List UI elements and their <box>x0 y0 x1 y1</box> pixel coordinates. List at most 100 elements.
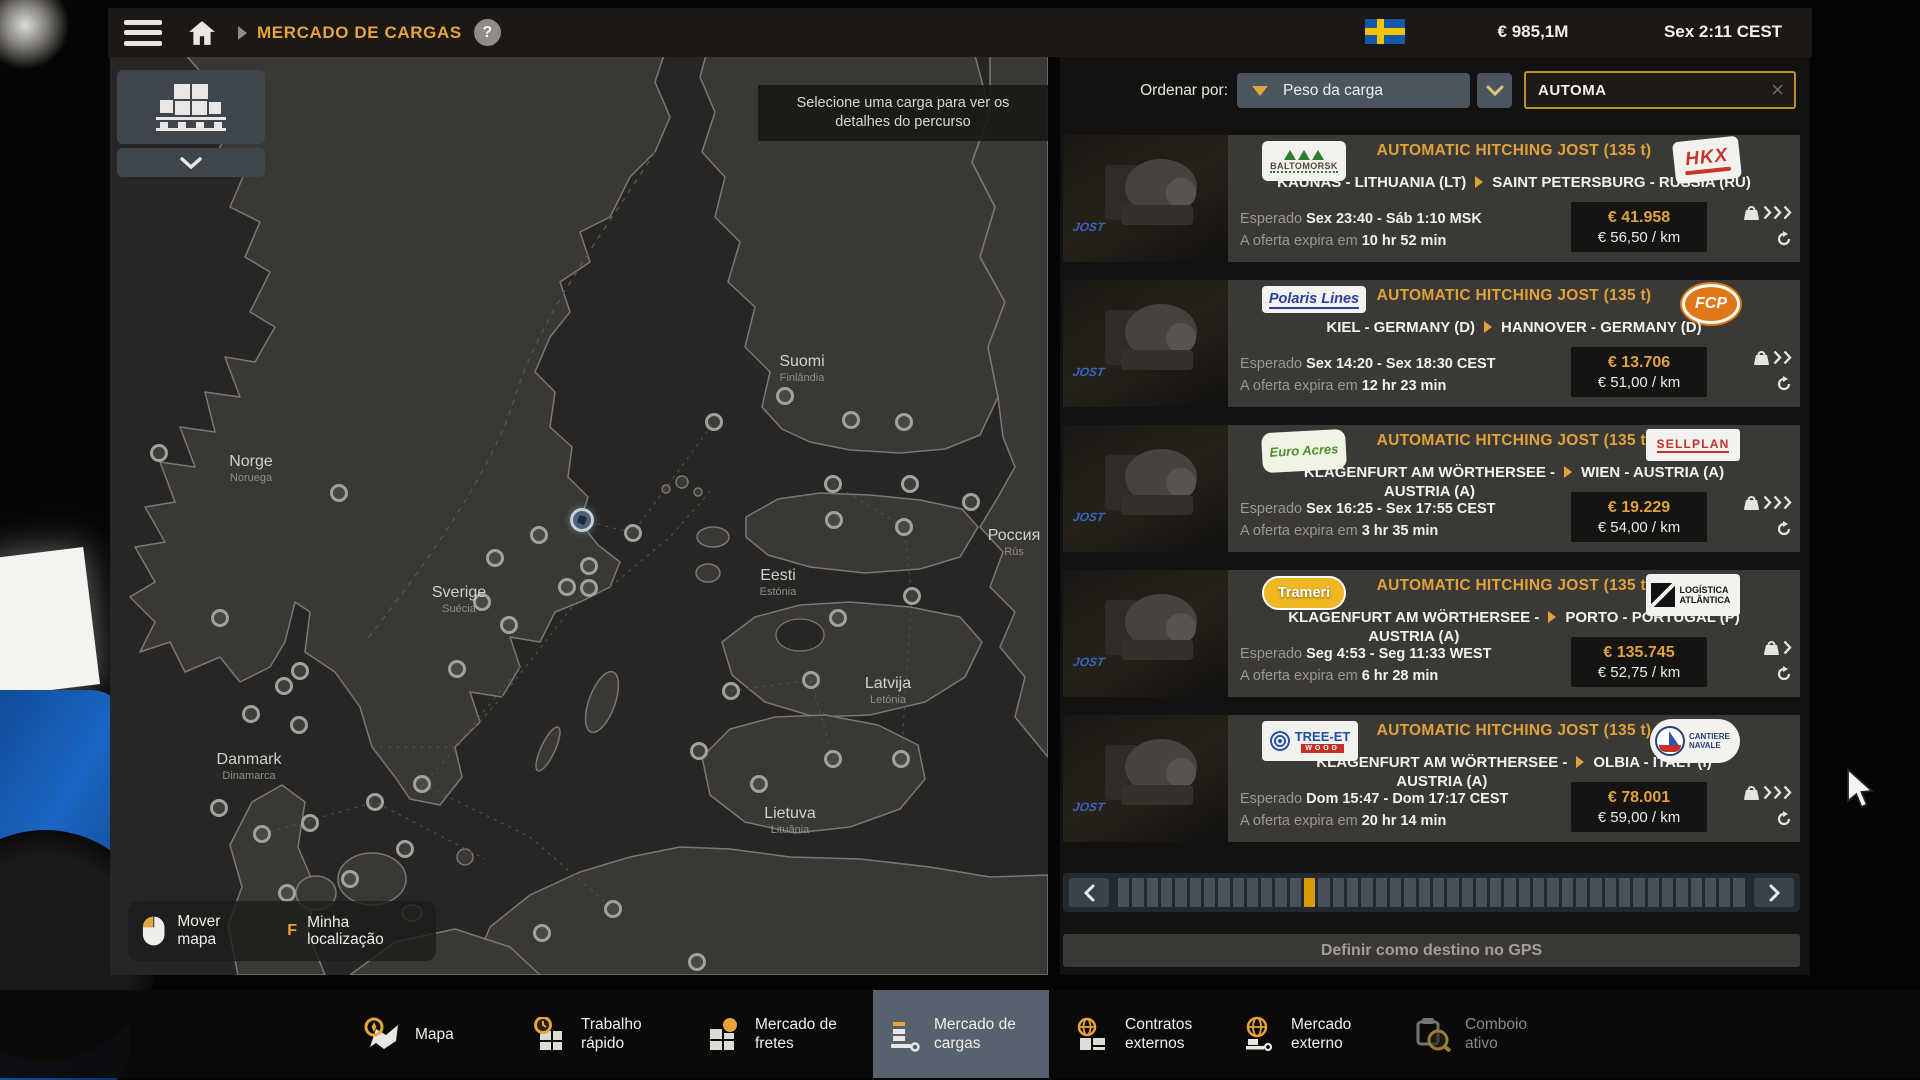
nav-quick-job[interactable]: Trabalho rápido <box>516 990 691 1078</box>
city-marker[interactable] <box>776 387 794 405</box>
help-button[interactable]: ? <box>474 19 501 46</box>
city-marker[interactable] <box>802 671 820 689</box>
city-marker[interactable] <box>211 609 229 627</box>
search-input[interactable] <box>1526 82 1761 99</box>
page-tick[interactable] <box>1719 878 1730 907</box>
city-marker[interactable] <box>150 444 168 462</box>
city-marker[interactable] <box>530 526 548 544</box>
city-marker[interactable] <box>824 475 842 493</box>
page-tick[interactable] <box>1404 878 1415 907</box>
page-tick[interactable] <box>1376 878 1387 907</box>
page-tick[interactable] <box>1576 878 1587 907</box>
city-marker[interactable] <box>473 593 491 611</box>
page-tick[interactable] <box>1733 878 1744 907</box>
page-tick[interactable] <box>1261 878 1272 907</box>
city-marker[interactable] <box>330 484 348 502</box>
city-marker[interactable] <box>842 411 860 429</box>
nav-external-market[interactable]: Mercado externo <box>1228 990 1401 1078</box>
page-tick[interactable] <box>1290 878 1301 907</box>
page-tick[interactable] <box>1433 878 1444 907</box>
page-tick[interactable] <box>1462 878 1473 907</box>
page-tick[interactable] <box>1676 878 1687 907</box>
city-marker[interactable] <box>290 716 308 734</box>
nav-map[interactable]: Mapa <box>348 990 468 1078</box>
city-marker[interactable] <box>690 742 708 760</box>
page-tick[interactable] <box>1547 878 1558 907</box>
city-marker[interactable] <box>824 750 842 768</box>
home-button[interactable] <box>188 20 216 46</box>
city-marker[interactable] <box>962 493 980 511</box>
nav-external-contracts[interactable]: Contratos externos <box>1060 990 1235 1078</box>
page-tick[interactable] <box>1390 878 1401 907</box>
city-marker[interactable] <box>580 557 598 575</box>
city-marker[interactable] <box>396 840 414 858</box>
city-marker[interactable] <box>366 793 384 811</box>
cargo-offer-card[interactable]: JOST Euro Acres AUTOMATIC HITCHING JOST … <box>1063 425 1800 552</box>
page-tick[interactable] <box>1504 878 1515 907</box>
city-marker[interactable] <box>210 799 228 817</box>
city-marker[interactable] <box>580 579 598 597</box>
page-tick[interactable] <box>1175 878 1186 907</box>
city-marker[interactable] <box>341 870 359 888</box>
city-marker[interactable] <box>558 578 576 596</box>
city-marker[interactable] <box>825 511 843 529</box>
page-tick[interactable] <box>1318 878 1329 907</box>
city-marker[interactable] <box>750 775 768 793</box>
cargo-offer-card[interactable]: JOST Polaris Lines AUTOMATIC HITCHING JO… <box>1063 280 1800 407</box>
page-tick[interactable] <box>1648 878 1659 907</box>
my-location-label[interactable]: Minha localização <box>307 914 422 948</box>
city-marker[interactable] <box>275 677 293 695</box>
city-marker[interactable] <box>901 475 919 493</box>
city-marker[interactable] <box>278 884 296 902</box>
trailer-filter-expand-button[interactable] <box>117 148 265 177</box>
page-tick[interactable] <box>1304 878 1315 907</box>
page-tick[interactable] <box>1190 878 1201 907</box>
page-tick[interactable] <box>1533 878 1544 907</box>
city-marker[interactable] <box>895 413 913 431</box>
sort-dropdown[interactable]: Peso da carga <box>1237 73 1470 108</box>
city-marker[interactable] <box>500 616 518 634</box>
page-tick[interactable] <box>1275 878 1286 907</box>
page-tick[interactable] <box>1662 878 1673 907</box>
page-tick[interactable] <box>1347 878 1358 907</box>
page-tick[interactable] <box>1447 878 1458 907</box>
page-tick[interactable] <box>1519 878 1530 907</box>
page-tick[interactable] <box>1705 878 1716 907</box>
page-tick[interactable] <box>1132 878 1143 907</box>
city-marker[interactable] <box>688 953 706 971</box>
city-marker[interactable] <box>892 750 910 768</box>
city-marker[interactable] <box>291 662 309 680</box>
page-tick[interactable] <box>1619 878 1630 907</box>
city-marker[interactable] <box>604 900 622 918</box>
city-marker[interactable] <box>448 660 466 678</box>
page-tick[interactable] <box>1476 878 1487 907</box>
prev-page-button[interactable] <box>1069 878 1109 907</box>
page-tick[interactable] <box>1118 878 1129 907</box>
city-marker[interactable] <box>624 524 642 542</box>
sort-expand-button[interactable] <box>1477 73 1512 108</box>
next-page-button[interactable] <box>1754 878 1794 907</box>
city-marker[interactable] <box>413 775 431 793</box>
page-tick[interactable] <box>1590 878 1601 907</box>
city-marker[interactable] <box>301 814 319 832</box>
page-tick[interactable] <box>1419 878 1430 907</box>
nav-freight-market[interactable]: Mercado de fretes <box>692 990 865 1078</box>
page-tick[interactable] <box>1147 878 1158 907</box>
city-marker[interactable] <box>903 587 921 605</box>
city-marker[interactable] <box>722 682 740 700</box>
clear-icon[interactable]: × <box>1761 79 1794 101</box>
city-marker[interactable] <box>705 413 723 431</box>
city-marker[interactable] <box>486 549 504 567</box>
page-tick[interactable] <box>1562 878 1573 907</box>
page-tick[interactable] <box>1361 878 1372 907</box>
trailer-filter-button[interactable] <box>117 70 265 144</box>
city-marker[interactable] <box>895 518 913 536</box>
page-tick[interactable] <box>1605 878 1616 907</box>
page-tick[interactable] <box>1633 878 1644 907</box>
city-marker[interactable] <box>533 924 551 942</box>
map-panel[interactable]: NorgeNoruegaSverigeSuéciaSuomiFinlândiaE… <box>110 57 1048 975</box>
menu-icon[interactable] <box>124 20 162 46</box>
city-marker[interactable] <box>242 705 260 723</box>
page-tick[interactable] <box>1233 878 1244 907</box>
nav-cargo-market[interactable]: Mercado de cargas <box>873 990 1049 1078</box>
